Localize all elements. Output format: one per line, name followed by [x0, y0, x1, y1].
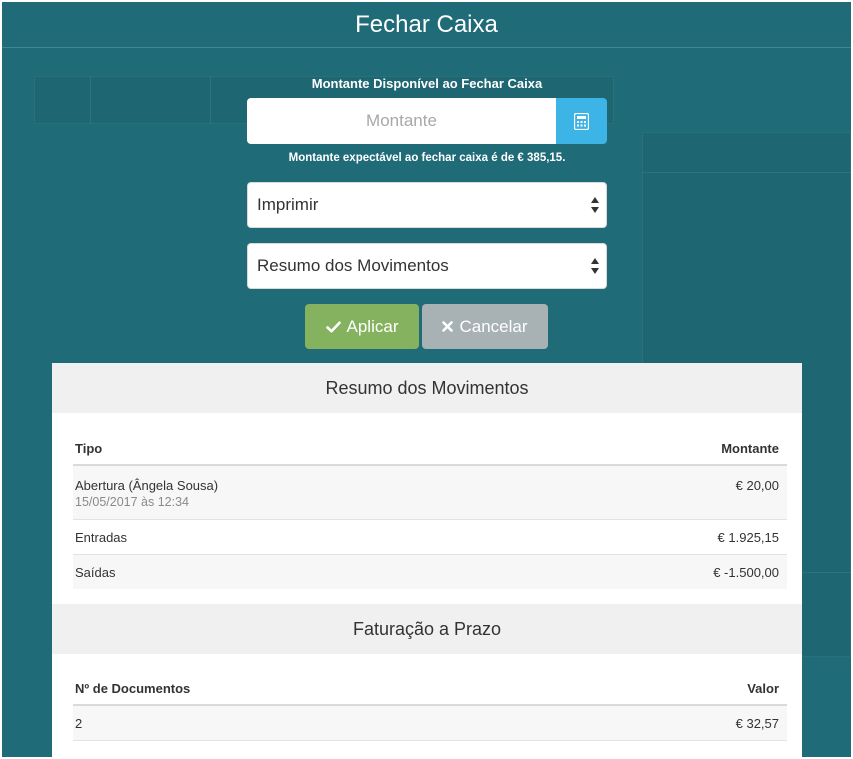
dialog-header: Fechar Caixa	[2, 2, 851, 48]
column-header-value: Valor	[747, 681, 779, 696]
report-preview: Resumo dos Movimentos Tipo Montante Aber…	[52, 363, 802, 757]
sort-arrows-icon	[591, 258, 599, 274]
calculator-icon	[574, 112, 589, 130]
apply-button[interactable]: Aplicar	[305, 304, 419, 349]
print-select[interactable]: Imprimir	[247, 182, 607, 228]
print-select-value: Imprimir	[257, 195, 319, 214]
report-type-select[interactable]: Resumo dos Movimentos	[247, 243, 607, 289]
sort-arrows-icon	[591, 197, 599, 213]
dialog-title: Fechar Caixa	[355, 11, 498, 38]
table-row: 2 € 32,57	[73, 706, 787, 741]
report-type-select-value: Resumo dos Movimentos	[257, 256, 449, 275]
amount-input[interactable]	[247, 98, 556, 144]
modal-overlay: Fechar Caixa Montante Disponível ao Fech…	[2, 2, 851, 757]
background-divider	[90, 76, 91, 124]
table-row: Entradas € 1.925,15	[73, 520, 787, 555]
amount-heading: Montante Disponível ao Fechar Caixa	[311, 76, 543, 91]
credit-section-title: Faturação a Prazo	[52, 604, 802, 654]
close-icon	[442, 321, 454, 332]
row-amount: € 20,00	[735, 478, 779, 493]
row-amount: € 1.925,15	[717, 530, 779, 545]
row-type: Abertura (Ângela Sousa)	[75, 478, 219, 493]
calculator-button[interactable]	[556, 98, 607, 144]
row-detail: 15/05/2017 às 12:34	[75, 495, 189, 509]
row-document-count: 2	[75, 716, 83, 731]
amount-input-group	[247, 98, 607, 144]
cancel-button-label: Cancelar	[459, 316, 528, 336]
summary-section-title: Resumo dos Movimentos	[52, 363, 802, 413]
row-type: Saídas	[75, 565, 116, 580]
row-amount: € -1.500,00	[713, 565, 779, 580]
table-header-row: Nº de Documentos Valor	[73, 654, 787, 706]
expected-amount-note: Montante expectável ao fechar caixa é de…	[288, 152, 566, 164]
table-header-row: Tipo Montante	[73, 413, 787, 466]
background-divider	[642, 172, 851, 173]
apply-button-label: Aplicar	[346, 316, 399, 336]
background-divider	[210, 76, 211, 124]
row-value: € 32,57	[735, 716, 779, 731]
check-icon	[325, 321, 341, 332]
column-header-amount: Montante	[721, 441, 779, 456]
table-row: Saídas € -1.500,00	[73, 555, 787, 589]
column-header-type: Tipo	[75, 441, 103, 456]
cancel-button[interactable]: Cancelar	[422, 304, 548, 349]
table-row: Abertura (Ângela Sousa) 15/05/2017 às 12…	[73, 466, 787, 520]
row-type: Entradas	[75, 530, 128, 545]
column-header-document-count: Nº de Documentos	[75, 681, 191, 696]
